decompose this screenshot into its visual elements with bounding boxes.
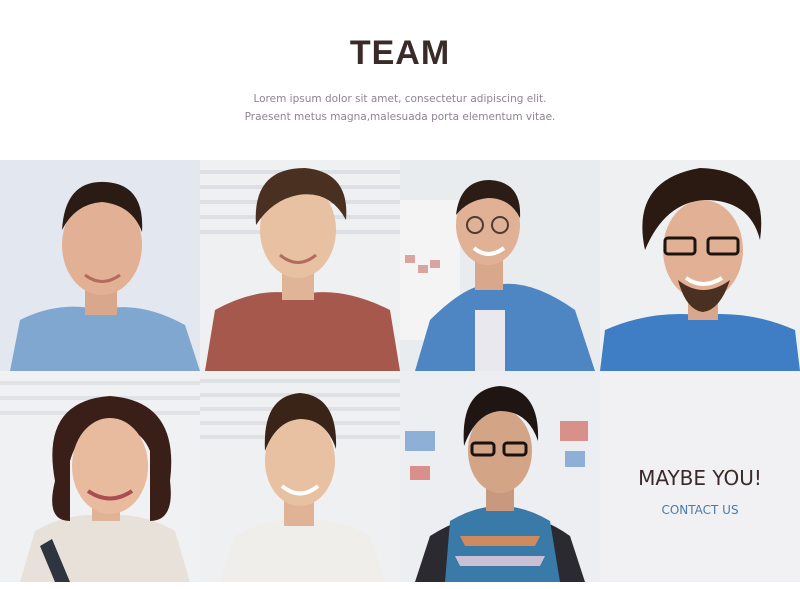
team-member-photo-5: [0, 371, 200, 582]
team-member-photo-3: [400, 160, 600, 371]
page-subtitle: Lorem ipsum dolor sit amet, consectetur …: [244, 93, 556, 123]
team-member-photo-6: [200, 371, 400, 582]
team-member-photo-2: [200, 160, 400, 371]
join-team-card: MAYBE YOU! CONTACT US: [600, 371, 800, 582]
team-header: TEAM Lorem ipsum dolor sit amet, consect…: [0, 0, 800, 160]
cta-title: MAYBE YOU!: [638, 466, 762, 490]
team-member-photo-7: [400, 371, 600, 582]
team-member-photo-1: [0, 160, 200, 371]
contact-us-link[interactable]: CONTACT US: [600, 503, 800, 517]
page-title: TEAM: [349, 34, 451, 72]
team-grid: MAYBE YOU! CONTACT US: [0, 160, 800, 582]
team-member-photo-4: [600, 160, 800, 371]
